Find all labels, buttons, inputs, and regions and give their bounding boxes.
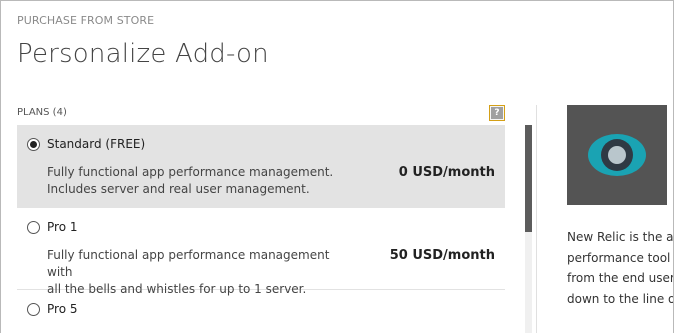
radio-button[interactable] [27, 221, 40, 234]
plan-option-standard[interactable]: Standard (FREE) Fully functional app per… [17, 125, 505, 208]
plan-description-line: Fully functional app performance managem… [47, 165, 334, 179]
plan-price: 50 USD/month [389, 248, 495, 263]
description-line: New Relic is the al [567, 230, 674, 244]
help-icon[interactable]: ? [489, 105, 505, 121]
new-relic-logo-icon [567, 105, 667, 205]
plan-description-line: Fully functional app performance managem… [47, 248, 330, 279]
page-title: Personalize Add-on [17, 39, 269, 69]
plan-option-pro-5[interactable]: Pro 5 [17, 290, 505, 333]
description-line: from the end user [567, 271, 674, 285]
dialog-supertitle: PURCHASE FROM STORE [17, 14, 155, 27]
radio-button-checked[interactable] [27, 138, 40, 151]
description-line: down to the line of [567, 291, 674, 306]
plan-name: Standard (FREE) [47, 137, 146, 151]
description-line: performance tool f [567, 250, 674, 265]
plan-description: Fully functional app performance managem… [47, 164, 347, 198]
plan-description-line: Includes server and real user management… [47, 182, 310, 196]
radio-button[interactable] [27, 303, 40, 316]
plan-name: Pro 1 [47, 220, 78, 234]
add-on-description: New Relic is the al performance tool f f… [567, 227, 674, 309]
plan-price: 0 USD/month [398, 165, 495, 180]
vertical-divider [536, 105, 537, 333]
plan-option-pro-1[interactable]: Pro 1 Fully functional app performance m… [17, 208, 505, 296]
plans-header: PLANS (4) [17, 107, 67, 118]
plan-name: Pro 5 [47, 302, 78, 316]
plans-scrollbar-thumb[interactable] [525, 125, 532, 232]
plans-list: Standard (FREE) Fully functional app per… [17, 125, 505, 333]
add-on-dialog: PURCHASE FROM STORE Personalize Add-on P… [0, 0, 674, 333]
